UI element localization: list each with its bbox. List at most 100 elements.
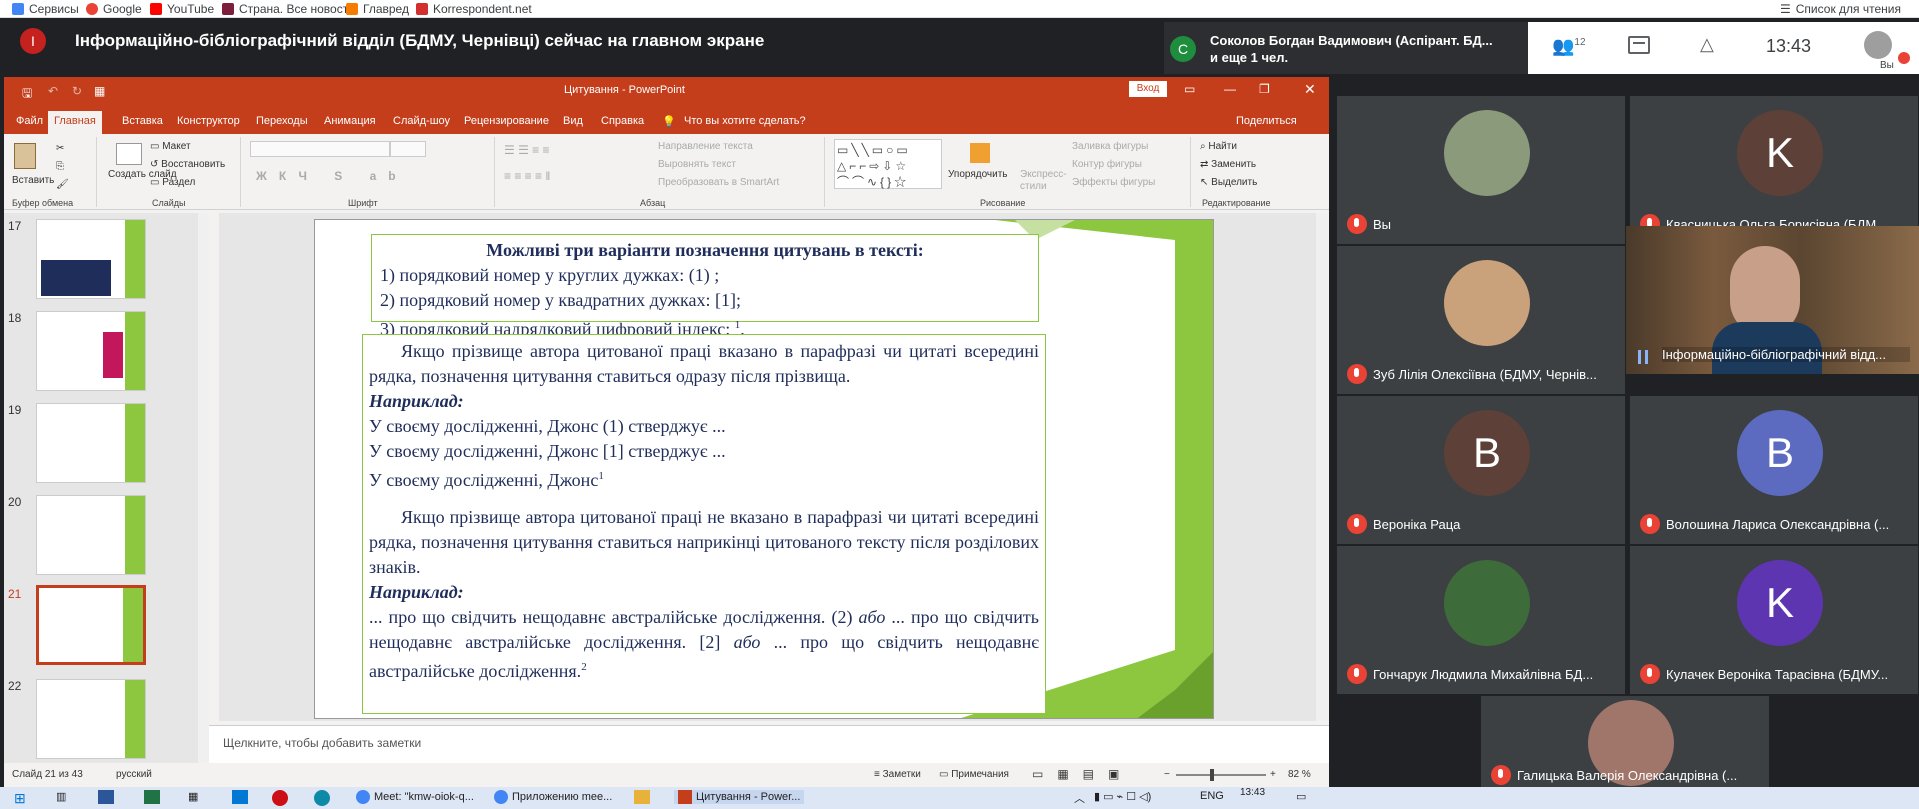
cut-icon[interactable]: ✂ (56, 143, 64, 154)
chat-button[interactable] (1628, 36, 1650, 54)
zoom-handle[interactable] (1210, 769, 1214, 781)
text-direction-button[interactable]: Направление текста (658, 141, 753, 152)
participant-tile[interactable]: K Кулачек Вероніка Тарасівна (БДМУ... (1630, 546, 1918, 694)
notes-pane[interactable]: Щелкните, чтобы добавить заметки (209, 725, 1329, 763)
opera-icon[interactable] (272, 790, 288, 806)
paste-icon[interactable] (14, 143, 36, 169)
edge-icon[interactable] (314, 790, 330, 806)
shape-fill-button[interactable]: Заливка фигуры (1072, 141, 1148, 152)
minimize-icon[interactable]: — (1224, 82, 1236, 96)
thumbs-scrollbar[interactable] (198, 213, 209, 763)
share-button[interactable]: Поделиться (1236, 115, 1297, 127)
participant-tile[interactable]: K Квасницька Ольга Борисівна (БДМ... (1630, 96, 1918, 244)
participant-tile[interactable]: B Вероніка Раца (1337, 396, 1625, 544)
participant-tile[interactable]: B Волошина Лариса Олександрівна (... (1630, 396, 1918, 544)
start-slideshow-icon[interactable]: ▦ (94, 84, 105, 98)
arrange-icon[interactable] (970, 143, 990, 163)
tab-review[interactable]: Рецензирование (464, 115, 549, 127)
participant-tile-speaking[interactable]: Інформаційно-бібліографічний відд... (1626, 226, 1919, 374)
tab-file[interactable]: Файл (16, 115, 43, 127)
align-icons[interactable]: ≡ ≡ ≡ ≡ ‖ (504, 169, 550, 183)
ribbon-display-icon[interactable]: ▭ (1184, 82, 1195, 96)
replace-button[interactable]: ⇄ Заменить (1200, 159, 1256, 170)
word-icon[interactable] (98, 790, 114, 804)
font-size-select[interactable] (390, 141, 426, 157)
smartart-button[interactable]: Преобразовать в SmartArt (658, 177, 779, 188)
zoom-in-icon[interactable]: + (1270, 769, 1276, 780)
zoom-out-icon[interactable]: − (1164, 769, 1170, 780)
zoom-slider[interactable] (1176, 774, 1266, 776)
new-slide-icon[interactable] (116, 143, 142, 165)
tab-slideshow[interactable]: Слайд-шоу (393, 115, 450, 127)
slide-thumbnail[interactable] (36, 403, 146, 483)
close-icon[interactable]: ✕ (1304, 81, 1316, 98)
reading-list[interactable]: ☰ Список для чтения (1780, 1, 1901, 17)
taskbar-clock[interactable]: 13:43 (1240, 787, 1265, 798)
taskbar-powerpoint[interactable]: Цитування - Power... (674, 790, 805, 804)
participant-tile[interactable]: Зуб Лілія Олексіївна (БДМУ, Чернів... (1337, 246, 1625, 394)
taskbar-app[interactable]: Приложению mee... (494, 790, 612, 804)
tab-help[interactable]: Справка (601, 115, 644, 127)
slide-scrollbar[interactable] (1316, 213, 1328, 721)
participant-tile[interactable]: Галицька Валерія Олександрівна (... (1481, 696, 1769, 787)
excel-icon[interactable] (144, 790, 160, 804)
tab-design[interactable]: Конструктор (177, 115, 240, 127)
shapes-gallery[interactable]: ▭╲╲▭○▭ △⌐⌐⇨⇩☆ ⌒⌒∿{}☆ (834, 139, 942, 189)
undo-icon[interactable]: ↶ (48, 84, 58, 98)
arrange-button[interactable]: Упорядочить (948, 169, 1008, 180)
tab-transitions[interactable]: Переходы (256, 115, 308, 127)
find-button[interactable]: ⌕ Найти (1200, 141, 1237, 152)
bookmark-google[interactable]: Google (86, 1, 142, 17)
tab-animation[interactable]: Анимация (324, 115, 376, 127)
mail-icon[interactable] (232, 790, 248, 804)
tray-chevron-icon[interactable]: ︿ (1074, 790, 1085, 806)
bookmark-strana[interactable]: Страна. Все новост... (222, 1, 357, 17)
calculator-icon[interactable]: ▦ (188, 790, 198, 803)
activities-button[interactable]: △ (1700, 34, 1714, 55)
save-icon[interactable]: 🖫 (22, 84, 32, 105)
slide-thumbnail[interactable] (36, 495, 146, 575)
slide-thumbnail[interactable] (36, 311, 146, 391)
font-family-select[interactable] (250, 141, 390, 157)
shape-outline-button[interactable]: Контур фигуры (1072, 159, 1142, 170)
new-slide-button[interactable]: Создать слайд (108, 169, 177, 181)
quick-styles-button[interactable]: Экспресс-стили (1020, 169, 1067, 193)
tray-icons[interactable]: ▮ ▭ ⌁ ☐ ◁) (1094, 790, 1151, 803)
reset-button[interactable]: ↺ Восстановить (150, 159, 225, 170)
paste-button[interactable]: Вставить (12, 175, 54, 186)
section-button[interactable]: ▭ Раздел (150, 177, 195, 188)
self-avatar[interactable] (1864, 31, 1892, 59)
zoom-level[interactable]: 82 % (1288, 769, 1311, 780)
slide-thumbnail[interactable] (36, 679, 146, 759)
windows-start-icon[interactable]: ⊞ (14, 790, 26, 807)
bookmark-glavred[interactable]: Главред (346, 1, 409, 17)
file-explorer-icon[interactable] (634, 790, 650, 804)
comments-button[interactable]: ▭ Примечания (939, 769, 1009, 780)
bullets-icon[interactable]: ☰ ☰ ≡ ≡ (504, 143, 550, 157)
font-format-buttons[interactable]: ЖКЧ S ab (256, 169, 408, 183)
tab-insert[interactable]: Вставка (122, 115, 163, 127)
notes-button[interactable]: ≡ Заметки (874, 769, 921, 780)
slide-thumbnail[interactable] (36, 219, 146, 299)
participant-tile[interactable]: Вы (1337, 96, 1625, 244)
participant-tile[interactable]: Гончарук Людмила Михайлівна БД... (1337, 546, 1625, 694)
people-button[interactable]: 👥12 (1552, 36, 1586, 57)
tell-me-search[interactable]: Что вы хотите сделать? (684, 115, 806, 127)
keyboard-language[interactable]: ENG (1200, 790, 1224, 802)
notification-icon[interactable]: ▭ (1296, 790, 1306, 803)
shape-effects-button[interactable]: Эффекты фигуры (1072, 177, 1155, 188)
bookmark-korrespondent[interactable]: Korrespondent.net (416, 1, 532, 17)
login-button[interactable]: Вход (1129, 81, 1167, 97)
tab-view[interactable]: Вид (563, 115, 583, 127)
taskbar-meet[interactable]: Meet: "kmw-oiok-q... (356, 790, 474, 804)
align-text-button[interactable]: Выровнять текст (658, 159, 736, 170)
language-indicator[interactable]: русский (116, 769, 152, 780)
task-view-icon[interactable]: ▥ (56, 790, 66, 803)
bookmark-youtube[interactable]: YouTube (150, 1, 214, 17)
view-buttons[interactable]: ▭▦▤▣ (1032, 767, 1133, 781)
layout-button[interactable]: ▭ Макет (150, 141, 191, 152)
bookmark-apps[interactable]: Сервисы (12, 1, 79, 17)
format-painter-icon[interactable]: 🖌 (56, 179, 69, 190)
copy-icon[interactable]: ⎘ (56, 161, 64, 172)
restore-icon[interactable]: ❐ (1259, 82, 1270, 96)
